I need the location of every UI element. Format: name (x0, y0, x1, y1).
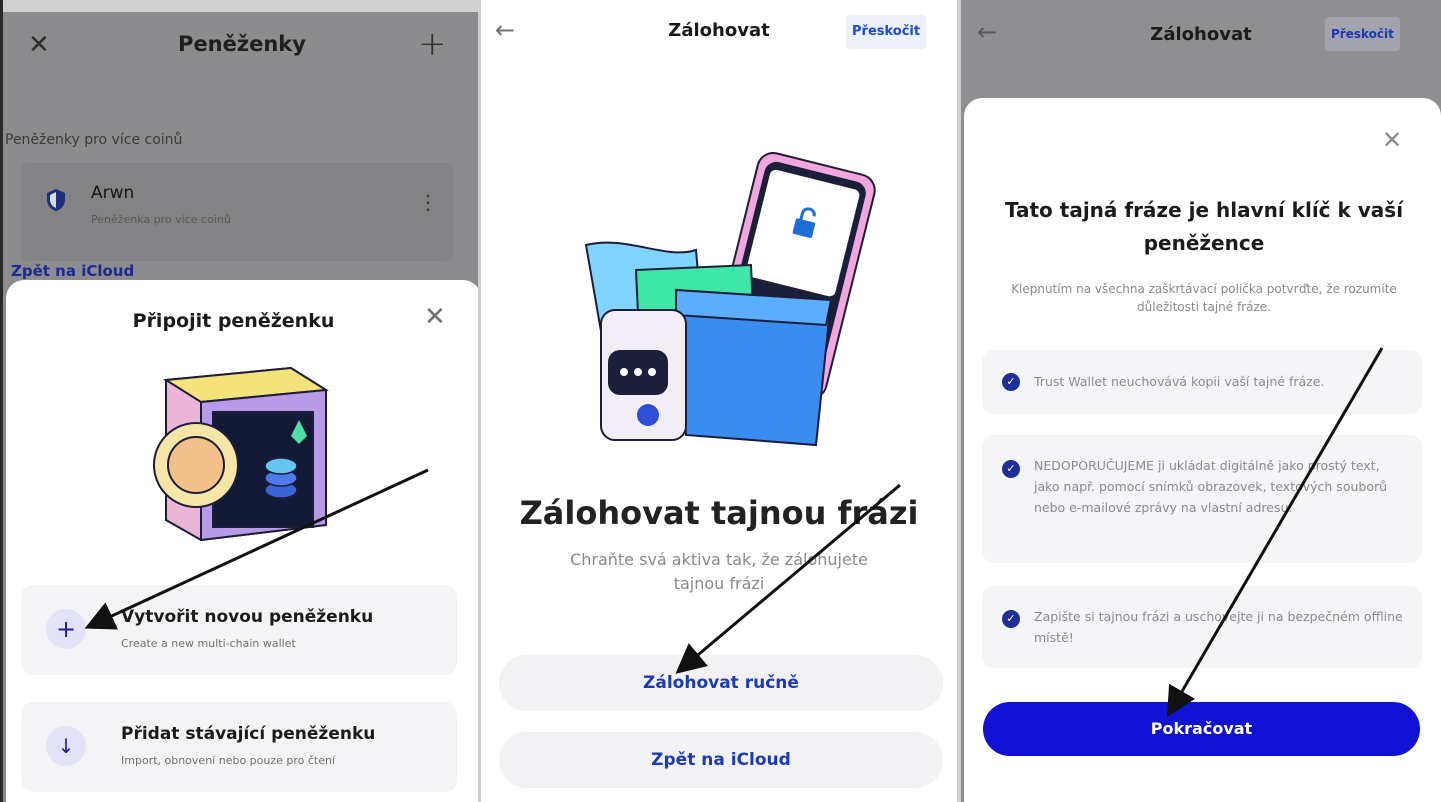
section-label: Peněženky pro více coinů (5, 132, 183, 148)
plus-icon: + (46, 609, 86, 649)
add-existing-wallet-option[interactable]: ↓ Přidat stávající peněženku Import, obn… (21, 702, 457, 792)
shield-icon (47, 189, 65, 211)
confirm-screen: ← Zálohovat Přeskočit ✕ Tato tajná fráze… (961, 0, 1441, 802)
checkbox-card[interactable]: ✓ Trust Wallet neuchovává kopii vaší taj… (982, 350, 1422, 414)
backup-manual-button[interactable]: Zálohovat ručně (499, 655, 943, 711)
confirm-heading: Tato tajná fráze je hlavní klíč k vaší p… (1004, 198, 1404, 255)
checkbox-card[interactable]: ✓ NEDOPORUČUJEME ji ukládat digitálně ja… (982, 435, 1422, 563)
skip-button[interactable]: Přeskočit (1325, 17, 1400, 51)
close-icon[interactable]: ✕ (1382, 126, 1402, 154)
continue-button[interactable]: Pokračovat (983, 702, 1420, 756)
phone-illustration (584, 152, 876, 447)
check-icon: ✓ (1002, 460, 1020, 478)
check-text: NEDOPORUČUJEME ji ukládat digitálně jako… (1034, 458, 1388, 515)
arrow-down-icon: ↓ (46, 726, 86, 766)
option-subtitle: Create a new multi-chain wallet (121, 637, 296, 650)
close-icon[interactable]: ✕ (424, 302, 446, 332)
confirm-sheet: ✕ Tato tajná fráze je hlavní klíč k vaší… (964, 98, 1441, 802)
top-strip (3, 0, 478, 12)
page-title: Peněženky (178, 32, 306, 56)
option-subtitle: Import, obnovení nebo pouze pro čtení (121, 754, 336, 767)
sheet-title: Připojit peněženku (132, 310, 335, 332)
backup-description: Chraňte svá aktiva tak, že zálohujete ta… (570, 550, 868, 593)
check-icon: ✓ (1002, 610, 1020, 628)
check-text: Trust Wallet neuchovává kopii vaší tajné… (1034, 374, 1325, 389)
confirm-description: Klepnutím na všechna zaškrtávací políčka… (1011, 282, 1397, 314)
skip-button[interactable]: Přeskočit (846, 15, 927, 49)
plus-icon[interactable]: + (418, 24, 447, 64)
backup-screen: ← Zálohovat Přeskočit Zálohovat tajnou f… (481, 0, 957, 802)
checkbox-card[interactable]: ✓ Zapište si tajnou frázi a uschovejte j… (982, 586, 1422, 668)
option-title: Vytvořit novou peněženku (121, 607, 374, 627)
wallet-type: Peněženka pro více coinů (91, 213, 231, 226)
wallet-name: Arwn (91, 183, 135, 203)
more-icon[interactable]: ⋮ (418, 190, 438, 214)
connect-wallet-sheet: Připojit peněženku ✕ + Vytvořit novou pe… (6, 280, 478, 802)
icloud-button[interactable]: Zpět na iCloud (499, 732, 943, 788)
wallets-screen: ✕ Peněženky + Peněženky pro více coinů A… (0, 0, 478, 802)
wallet-row[interactable] (21, 163, 453, 261)
option-title: Přidat stávající peněženku (121, 724, 376, 744)
check-icon: ✓ (1002, 373, 1020, 391)
check-text: Zapište si tajnou frázi a uschovejte ji … (1034, 609, 1403, 645)
safe-illustration (153, 366, 330, 542)
backup-heading: Zálohovat tajnou frázi (519, 494, 919, 532)
create-wallet-option[interactable]: + Vytvořit novou peněženku Create a new … (21, 585, 457, 675)
icloud-link[interactable]: Zpět na iCloud (11, 262, 134, 280)
